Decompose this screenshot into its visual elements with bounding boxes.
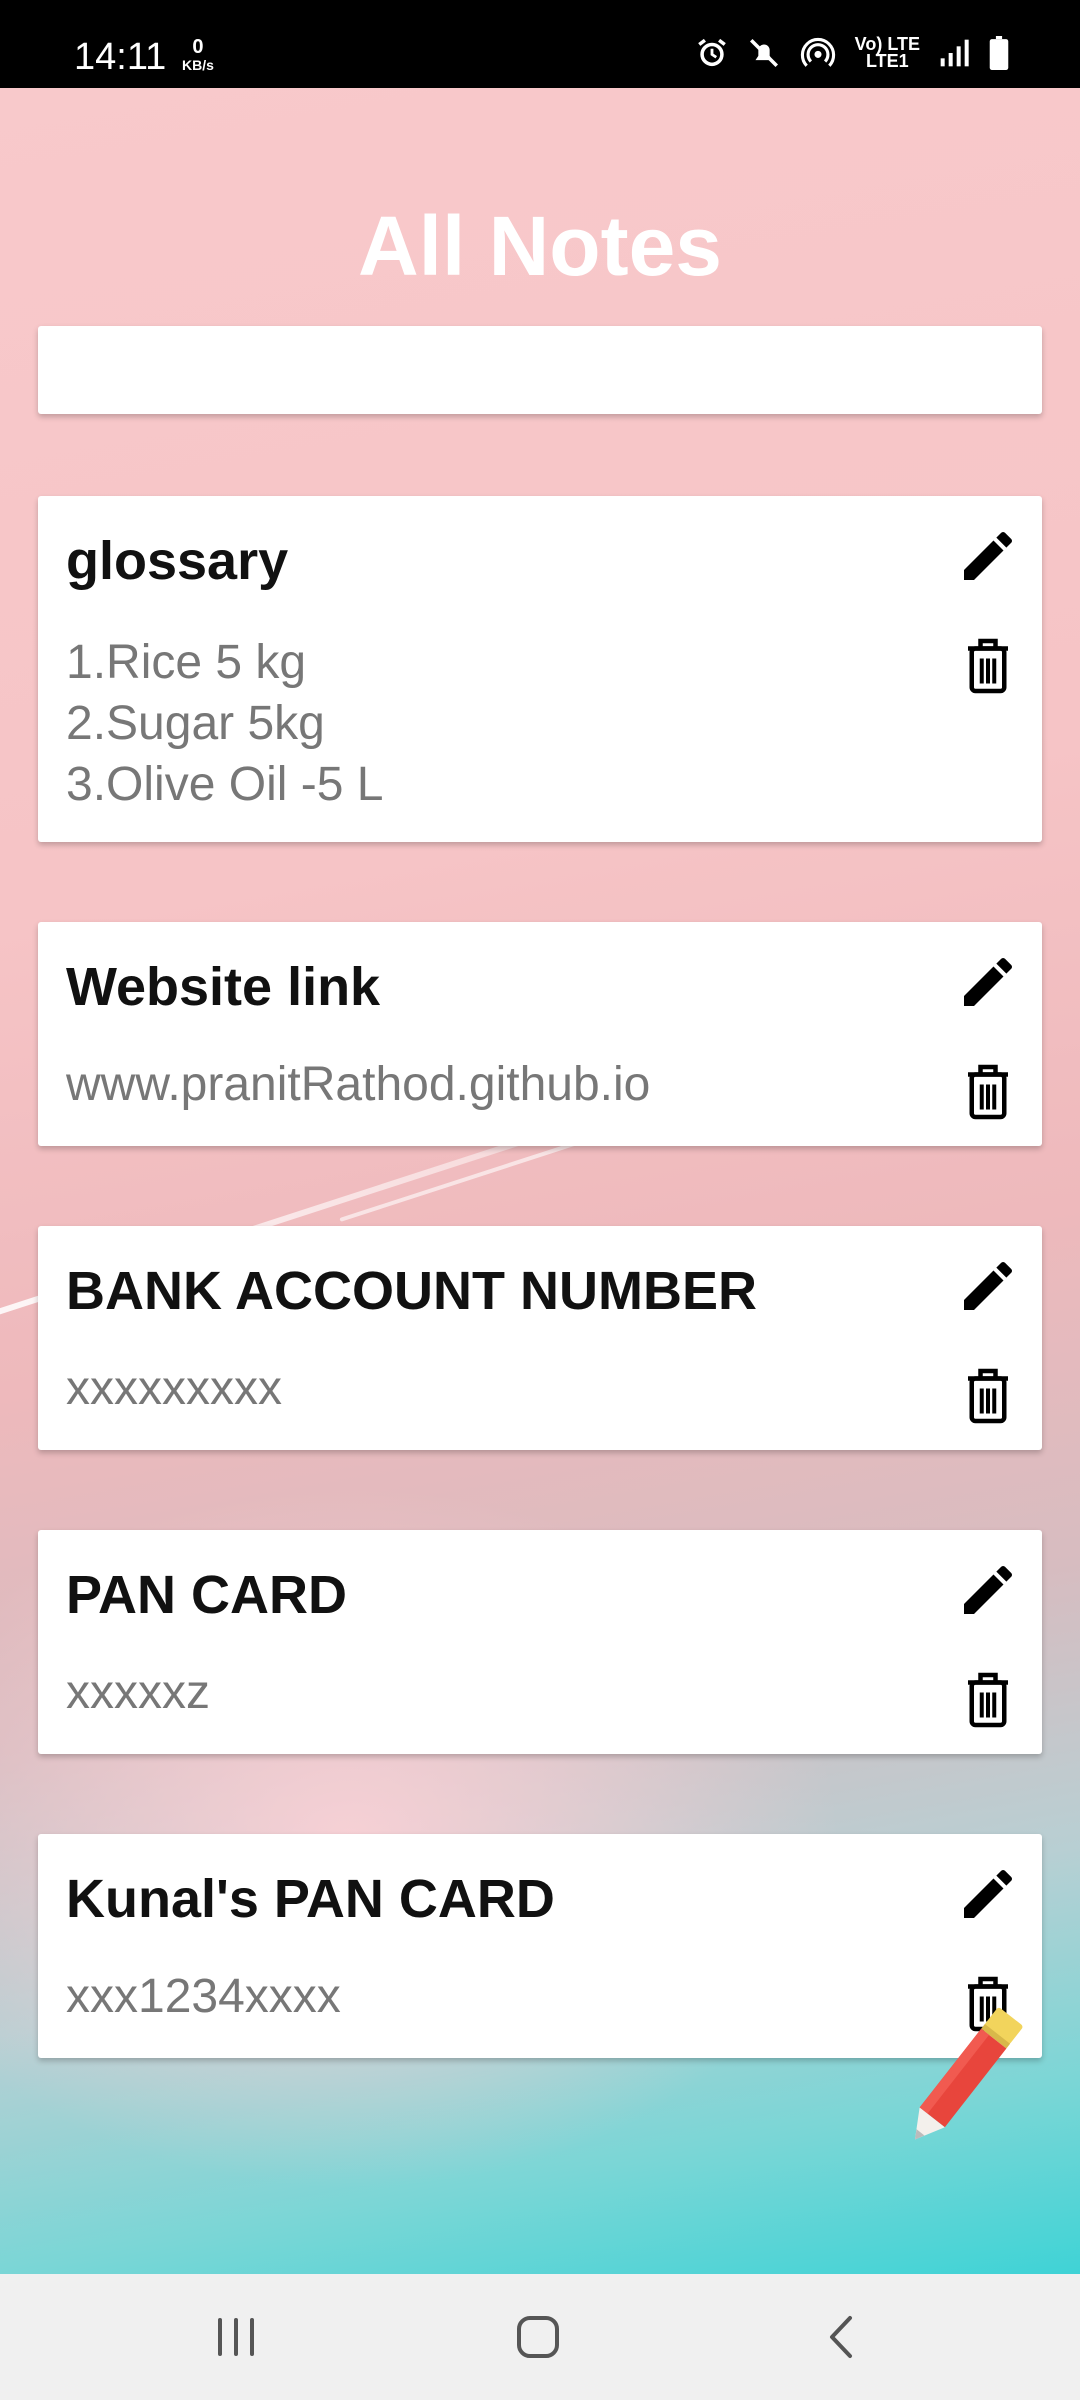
- pencil-icon[interactable]: [956, 1862, 1020, 1926]
- note-card[interactable]: glossary 1.Rice 5 kg 2.Sugar 5kg 3.Olive…: [38, 496, 1042, 842]
- note-title: glossary: [66, 531, 289, 591]
- note-body: xxxxxxxxx: [66, 1362, 282, 1415]
- pencil-icon[interactable]: [956, 524, 1020, 588]
- back-icon[interactable]: [812, 2312, 872, 2362]
- note-title: Website link: [66, 957, 381, 1017]
- note-body: xxx1234xxxx: [66, 1970, 341, 2023]
- trash-icon[interactable]: [962, 1062, 1014, 1122]
- network-speed-unit: KB/s: [182, 57, 214, 73]
- note-title: Kunal's PAN CARD: [66, 1869, 555, 1929]
- home-icon[interactable]: [508, 2312, 568, 2362]
- status-icons: Vo) LTE LTE1: [695, 35, 1010, 71]
- network-type-bottom: LTE1: [866, 51, 909, 71]
- pencil-icon[interactable]: [956, 950, 1020, 1014]
- battery-icon: [989, 36, 1009, 70]
- trash-icon[interactable]: [962, 1670, 1014, 1730]
- add-note-pencil-icon[interactable]: [888, 1988, 1038, 2168]
- app-content: All Notes glossary 1.Rice 5 kg 2.Sugar 5…: [0, 88, 1080, 2274]
- status-bar: 14:11 0 KB/s Vo) LTE LTE1: [0, 0, 1080, 88]
- trash-icon[interactable]: [962, 636, 1014, 696]
- note-card[interactable]: BANK ACCOUNT NUMBER xxxxxxxxx: [38, 1226, 1042, 1450]
- note-card[interactable]: [38, 326, 1042, 414]
- trash-icon[interactable]: [962, 1366, 1014, 1426]
- note-card[interactable]: PAN CARD xxxxxz: [38, 1530, 1042, 1754]
- page-title: All Notes: [357, 199, 723, 293]
- background-streak: [339, 1134, 598, 1222]
- signal-icon: [940, 39, 969, 67]
- network-type: Vo) LTE LTE1: [855, 35, 920, 71]
- network-speed: 0 KB/s: [182, 36, 214, 74]
- note-body: xxxxxz: [66, 1666, 210, 1719]
- network-speed-value: 0: [192, 36, 204, 58]
- alarm-icon: [697, 38, 726, 67]
- note-card[interactable]: Website link www.pranitRathod.github.io: [38, 922, 1042, 1146]
- recent-apps-icon[interactable]: [206, 2312, 266, 2362]
- hotspot-icon: [800, 37, 835, 67]
- note-body: www.pranitRathod.github.io: [66, 1058, 651, 1111]
- note-body: 1.Rice 5 kg 2.Sugar 5kg 3.Olive Oil -5 L: [66, 636, 384, 811]
- mute-icon: [749, 38, 778, 68]
- note-title: PAN CARD: [66, 1565, 347, 1625]
- pencil-icon[interactable]: [956, 1254, 1020, 1318]
- status-time: 14:11: [74, 36, 167, 78]
- pencil-icon[interactable]: [956, 1558, 1020, 1622]
- navigation-bar: [0, 2274, 1080, 2400]
- note-title: BANK ACCOUNT NUMBER: [66, 1261, 757, 1321]
